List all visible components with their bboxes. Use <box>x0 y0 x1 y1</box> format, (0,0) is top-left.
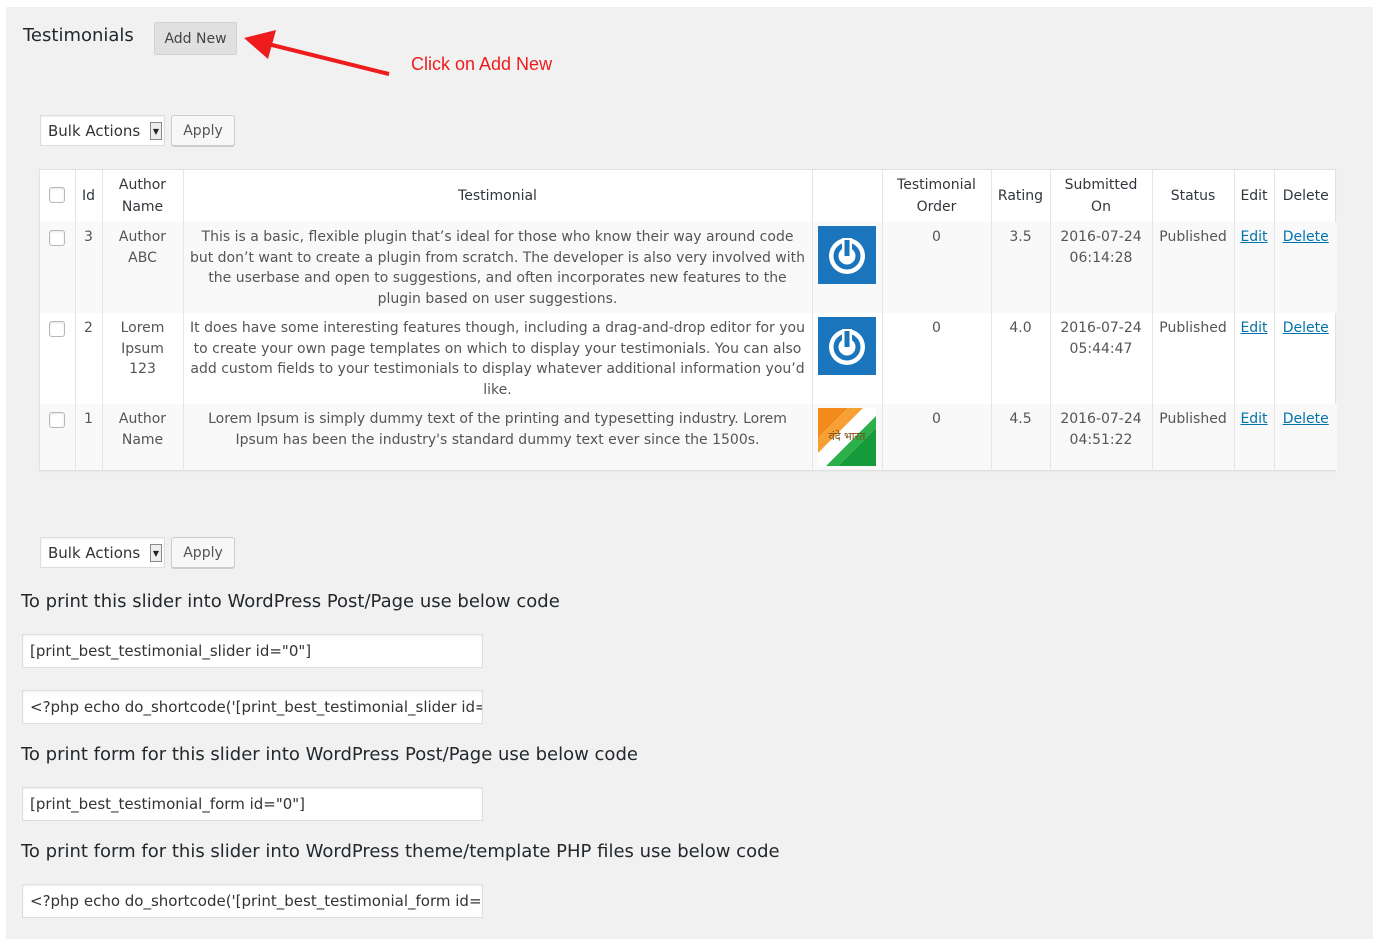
apply-button[interactable]: Apply <box>171 115 235 146</box>
row-submitted: 2016-07-24 04:51:22 <box>1050 404 1153 470</box>
edit-link[interactable]: Edit <box>1240 229 1267 245</box>
column-header-testimonial: Testimonial <box>183 170 813 222</box>
delete-link[interactable]: Delete <box>1283 411 1329 427</box>
page-wrapper: Testimonials Add New Click on Add New Bu… <box>6 7 1373 939</box>
column-header-id: Id <box>75 170 103 222</box>
table-row: 1 Author Name Lorem Ipsum is simply dummy… <box>40 404 1337 470</box>
row-rating: 3.5 <box>991 222 1051 313</box>
slider-php-field[interactable]: <?php echo do_shortcode('[print_best_tes… <box>22 690 483 724</box>
row-rating: 4.0 <box>991 313 1051 404</box>
column-header-submitted: Submitted On <box>1050 170 1153 222</box>
apply-button[interactable]: Apply <box>171 537 235 568</box>
column-header-rating: Rating <box>991 170 1051 222</box>
row-image <box>812 313 883 404</box>
row-image: वंदे भारत <box>812 404 883 470</box>
row-id: 2 <box>75 313 103 404</box>
column-header-order: Testimonial Order <box>882 170 992 222</box>
svg-text:वंदे भारत: वंदे भारत <box>829 430 867 443</box>
power-logo-icon <box>818 317 876 375</box>
row-order: 0 <box>882 222 992 313</box>
testimonials-table: Id Author Name Testimonial Testimonial Ord… <box>39 169 1337 471</box>
form-php-field[interactable]: <?php echo do_shortcode('[print_best_tes… <box>22 884 483 918</box>
row-testimonial: Lorem Ipsum is simply dummy text of the … <box>183 404 813 470</box>
bulk-actions-top: Bulk Actions ▼ Apply <box>40 115 235 146</box>
annotation-arrow <box>244 30 390 76</box>
column-header-status: Status <box>1152 170 1235 222</box>
add-new-button[interactable]: Add New <box>154 22 237 55</box>
page-title: Testimonials <box>23 25 134 46</box>
bulk-actions-value: Bulk Actions <box>48 543 141 562</box>
column-header-image <box>812 170 883 222</box>
row-submitted: 2016-07-24 06:14:28 <box>1050 222 1153 313</box>
edit-link[interactable]: Edit <box>1240 411 1267 427</box>
row-testimonial: It does have some interesting features t… <box>183 313 813 404</box>
column-header-author: Author Name <box>102 170 184 222</box>
delete-link[interactable]: Delete <box>1283 320 1329 336</box>
row-author: Author ABC <box>102 222 184 313</box>
row-status: Published <box>1152 222 1235 313</box>
row-testimonial: This is a basic, flexible plugin that’s … <box>183 222 813 313</box>
bulk-actions-bottom: Bulk Actions ▼ Apply <box>40 537 235 568</box>
slider-shortcode-field[interactable]: [print_best_testimonial_slider id="0"] <box>22 634 483 668</box>
power-logo-icon <box>818 226 876 284</box>
table-header-row: Id Author Name Testimonial Testimonial Ord… <box>40 170 1337 222</box>
bulk-actions-value: Bulk Actions <box>48 121 141 140</box>
row-checkbox[interactable] <box>49 412 66 428</box>
row-author: Author Name <box>102 404 184 470</box>
row-order: 0 <box>882 404 992 470</box>
annotation-text: Click on Add New <box>411 54 553 74</box>
row-rating: 4.5 <box>991 404 1051 470</box>
table-row: 3 Author ABC This is a basic, flexible pl… <box>40 222 1337 313</box>
column-header-delete: Delete <box>1282 188 1329 204</box>
column-header-edit: Edit <box>1234 170 1275 222</box>
row-order: 0 <box>882 313 992 404</box>
row-id: 1 <box>75 404 103 470</box>
row-checkbox[interactable] <box>49 230 66 246</box>
delete-link[interactable]: Delete <box>1283 229 1329 245</box>
chevron-down-icon: ▼ <box>150 122 162 140</box>
row-id: 3 <box>75 222 103 313</box>
row-author: Lorem Ipsum 123 <box>102 313 184 404</box>
row-checkbox[interactable] <box>49 321 66 337</box>
row-image <box>812 222 883 313</box>
bulk-actions-select[interactable]: Bulk Actions ▼ <box>40 537 165 568</box>
row-submitted: 2016-07-24 05:44:47 <box>1050 313 1153 404</box>
form-shortcode-field[interactable]: [print_best_testimonial_form id="0"] <box>22 787 483 821</box>
table-row: 2 Lorem Ipsum 123 It does have some intere… <box>40 313 1337 404</box>
form-php-title: To print form for this slider into WordP… <box>21 841 780 862</box>
select-all-checkbox[interactable] <box>49 186 66 203</box>
slider-shortcode-title: To print this slider into WordPress Post… <box>21 591 560 612</box>
chevron-down-icon: ▼ <box>150 544 162 562</box>
edit-link[interactable]: Edit <box>1240 320 1267 336</box>
row-status: Published <box>1152 313 1235 404</box>
bulk-actions-select[interactable]: Bulk Actions ▼ <box>40 115 165 146</box>
form-shortcode-title: To print form for this slider into WordP… <box>21 744 638 765</box>
india-flag-icon: वंदे भारत <box>818 408 876 466</box>
row-status: Published <box>1152 404 1235 470</box>
